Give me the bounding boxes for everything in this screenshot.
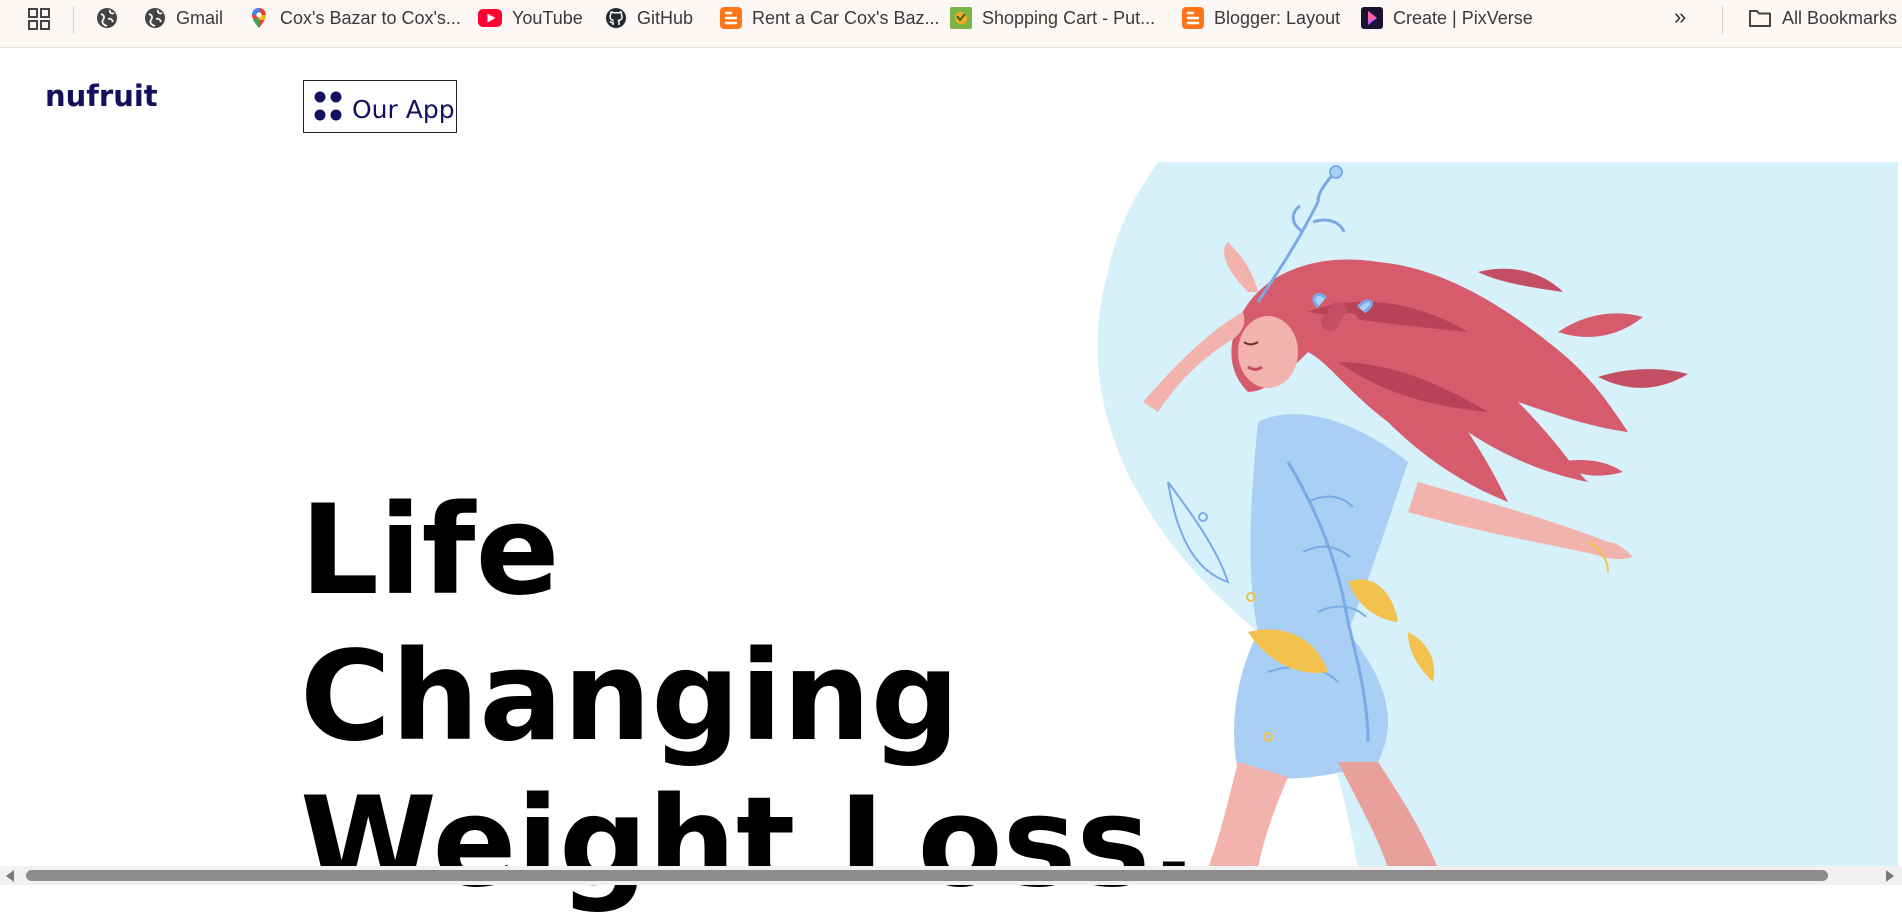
hero-title-line: Weight Loss. xyxy=(300,771,1198,915)
bookmark-shopping-cart[interactable]: Shopping Cart - Put... xyxy=(950,0,1155,36)
hero-title: Life Changing Weight Loss. xyxy=(300,478,1197,916)
shopping-cart-icon xyxy=(950,7,972,29)
bookmark-google-maps[interactable]: Cox's Bazar to Cox's... xyxy=(248,0,461,36)
our-app-label: Our App xyxy=(352,95,455,124)
bookmark-label: Shopping Cart - Put... xyxy=(982,7,1156,28)
site-logo[interactable]: nufruit xyxy=(45,79,158,113)
hero-illustration xyxy=(1097,162,1898,868)
apps-grid-icon[interactable] xyxy=(28,8,50,30)
globe-icon xyxy=(96,7,118,29)
face xyxy=(1238,316,1298,388)
all-bookmarks-label: All Bookmarks xyxy=(1782,7,1898,28)
hero-title-line: Life xyxy=(300,479,560,623)
bookmark-rent-a-car[interactable]: Rent a Car Cox's Baz... xyxy=(720,0,940,36)
map-pin-icon xyxy=(248,7,270,29)
bookmark-label: GitHub xyxy=(637,7,694,28)
bookmark-label: Rent a Car Cox's Baz... xyxy=(752,7,940,28)
bookmarks-overflow-button[interactable]: » xyxy=(1674,4,1686,30)
bookmarks-separator xyxy=(1722,6,1723,34)
all-bookmarks-button[interactable]: All Bookmarks xyxy=(1748,0,1897,36)
app-dots-icon xyxy=(314,91,342,121)
our-app-button[interactable]: Our App xyxy=(303,80,457,133)
pixverse-icon xyxy=(1361,7,1383,29)
horizontal-scrollbar[interactable] xyxy=(0,866,1902,885)
folder-icon xyxy=(1748,7,1772,29)
blogger-icon xyxy=(1182,7,1204,29)
hero-title-line: Changing xyxy=(300,625,960,769)
bookmark-globe[interactable] xyxy=(96,0,128,36)
github-icon xyxy=(605,7,627,29)
bookmark-label: Cox's Bazar to Cox's... xyxy=(280,7,461,28)
globe-icon xyxy=(144,7,166,29)
bookmark-label: Create | PixVerse xyxy=(1393,7,1533,28)
bookmark-blogger-layout[interactable]: Blogger: Layout xyxy=(1182,0,1340,36)
blogger-icon xyxy=(720,7,742,29)
scroll-right-arrow-icon[interactable] xyxy=(1886,870,1894,882)
bookmarks-bar: Gmail Cox's Bazar to Cox's... YouTube Gi… xyxy=(0,0,1902,48)
bookmark-label: Gmail xyxy=(176,7,224,28)
scroll-left-arrow-icon[interactable] xyxy=(6,870,14,882)
youtube-icon xyxy=(478,7,502,29)
bookmark-pixverse[interactable]: Create | PixVerse xyxy=(1361,0,1533,36)
bookmark-gmail[interactable]: Gmail xyxy=(144,0,223,36)
bookmark-label: Blogger: Layout xyxy=(1214,7,1341,28)
bookmark-youtube[interactable]: YouTube xyxy=(478,0,583,36)
bookmark-label: YouTube xyxy=(512,7,583,28)
bookmarks-separator xyxy=(73,6,74,34)
bookmark-github[interactable]: GitHub xyxy=(605,0,693,36)
scrollbar-thumb[interactable] xyxy=(26,870,1828,881)
